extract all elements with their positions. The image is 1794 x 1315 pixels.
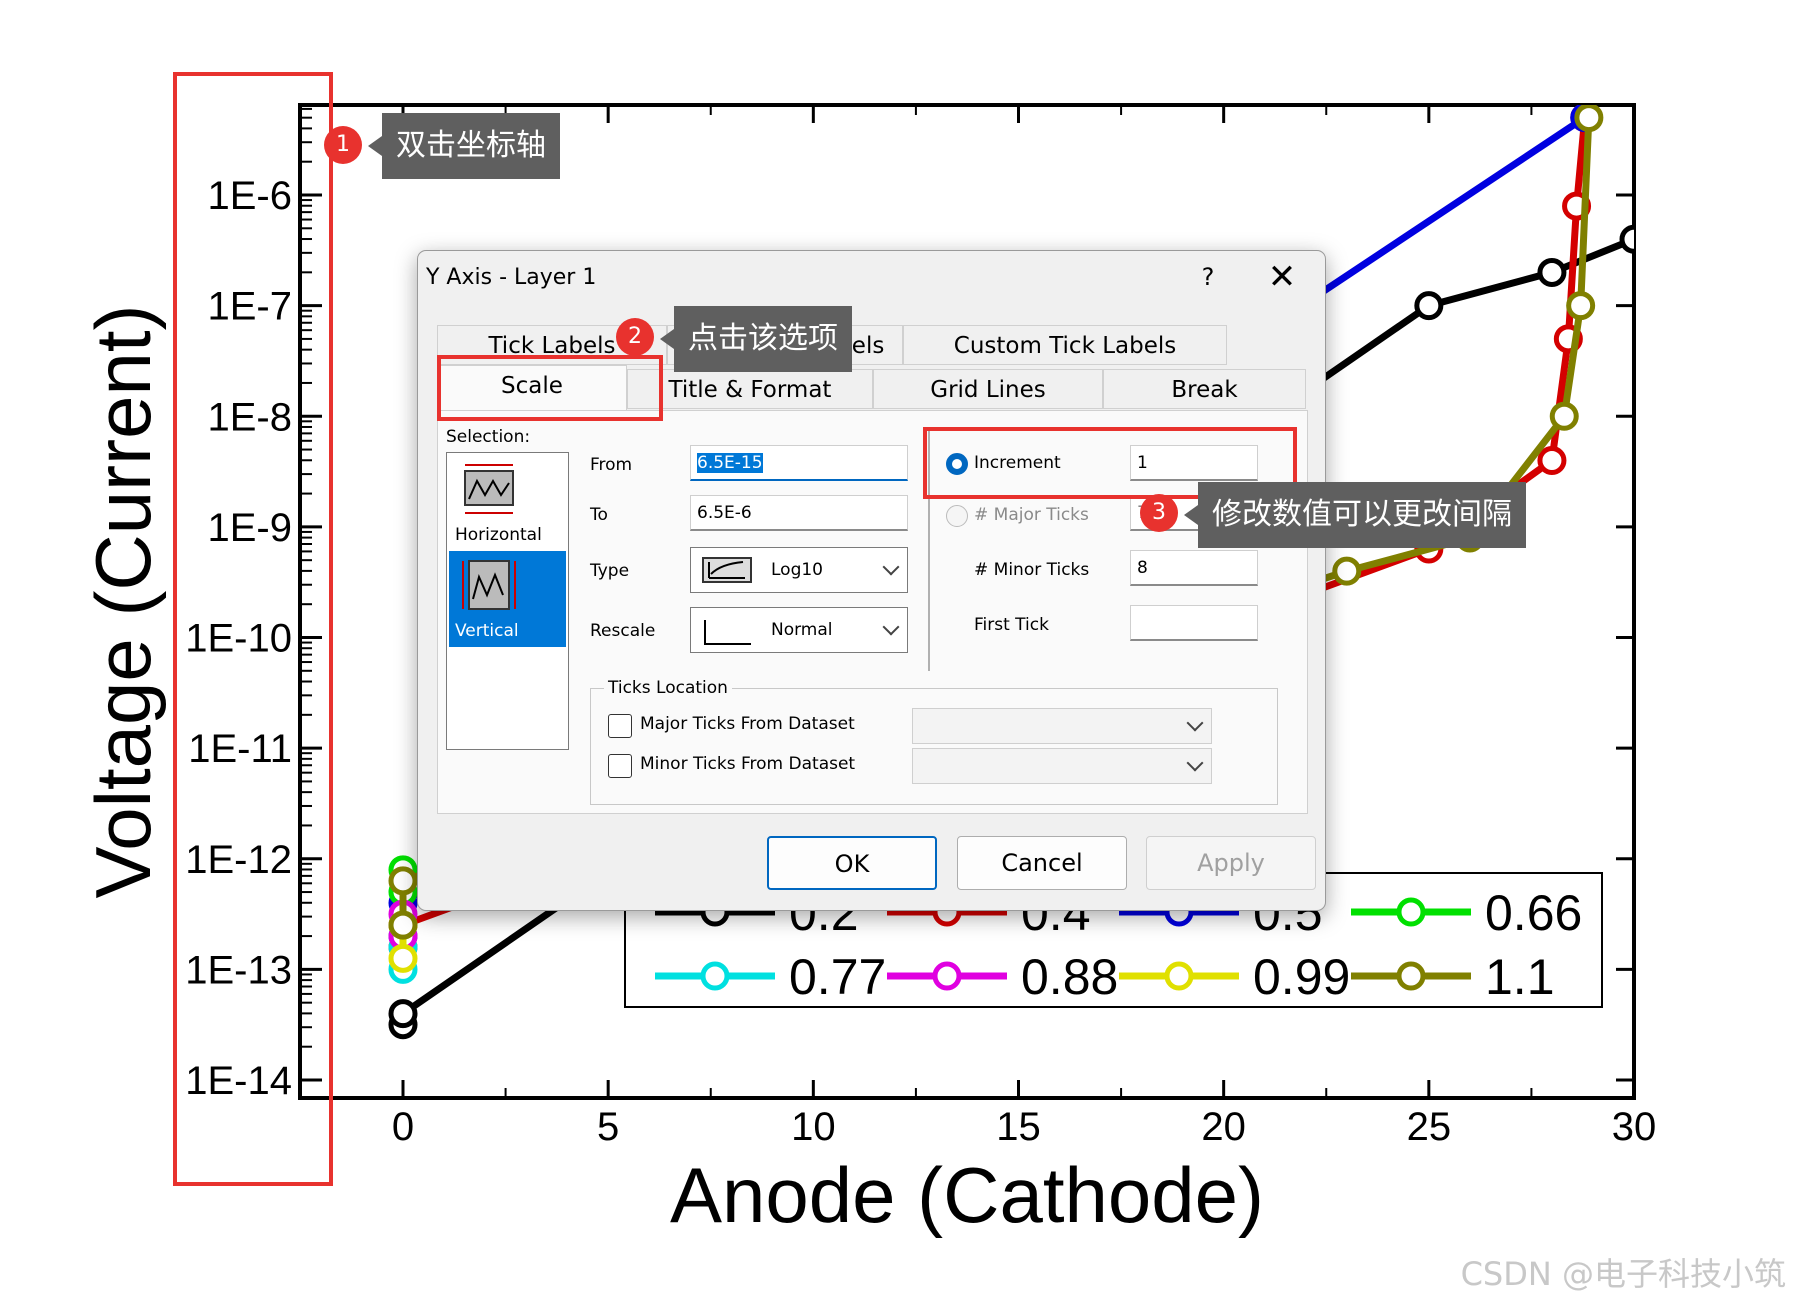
- ticks-location-label: Ticks Location: [604, 678, 732, 698]
- rescale-select[interactable]: Normal: [690, 607, 908, 653]
- x-axis-title: Anode (Cathode): [670, 1151, 1264, 1239]
- ok-button[interactable]: OK: [767, 836, 937, 890]
- type-value: Log10: [771, 560, 823, 580]
- chevron-down-icon: [1186, 714, 1204, 732]
- x-tick-label: 20: [1201, 1105, 1246, 1149]
- first-tick-label: First Tick: [974, 615, 1049, 635]
- series-point-0.99: [388, 943, 418, 973]
- apply-button[interactable]: Apply: [1146, 836, 1316, 890]
- help-button[interactable]: ?: [1178, 259, 1238, 295]
- series-point-0.2: [1414, 291, 1444, 321]
- watermark: CSDN @电子科技小筑: [1460, 1255, 1786, 1293]
- dialog-titlebar[interactable]: Y Axis - Layer 1 ? ✕: [418, 251, 1325, 303]
- vertical-label: Vertical: [455, 621, 519, 641]
- major-dataset-select[interactable]: [912, 708, 1212, 744]
- chevron-down-icon: [1186, 754, 1204, 772]
- x-tick-label: 30: [1612, 1105, 1657, 1149]
- from-label: From: [590, 455, 633, 475]
- step-badge-1: 1: [324, 126, 362, 164]
- first-tick-field[interactable]: [1130, 605, 1258, 641]
- horizontal-axis-icon: [464, 464, 514, 514]
- legend-label: 0.99: [1253, 949, 1350, 1005]
- major-ticks-label: # Major Ticks: [974, 505, 1089, 525]
- type-select[interactable]: Log10: [690, 547, 908, 593]
- minor-from-dataset-checkbox[interactable]: [608, 754, 632, 778]
- minor-dataset-select[interactable]: [912, 748, 1212, 784]
- legend-label: 0.88: [1021, 949, 1118, 1005]
- major-from-dataset-checkbox[interactable]: [608, 714, 632, 738]
- legend-marker: [1396, 961, 1426, 991]
- list-item-vertical[interactable]: Vertical: [449, 551, 566, 647]
- step2-callout: 点击该选项: [660, 306, 852, 372]
- list-item-horizontal[interactable]: Horizontal: [449, 455, 566, 551]
- axis-selection-list[interactable]: Horizontal Vertical: [446, 452, 569, 750]
- x-tick-label: 0: [392, 1105, 414, 1149]
- chevron-down-icon: [882, 618, 900, 636]
- y-axis-highlight-box: [173, 72, 333, 1186]
- legend-marker: [1396, 897, 1426, 927]
- x-tick-label: 10: [791, 1105, 836, 1149]
- ticks-location-group: [590, 688, 1278, 805]
- minor-ticks-field[interactable]: 8: [1130, 550, 1258, 586]
- legend-marker: [700, 961, 730, 991]
- close-button[interactable]: ✕: [1252, 257, 1312, 297]
- series-point-0.2: [1537, 257, 1567, 287]
- legend-label: 0.66: [1485, 885, 1582, 941]
- x-tick-label: 15: [996, 1105, 1041, 1149]
- series-point-1.1: [1549, 401, 1579, 431]
- series-point-1.1: [1574, 105, 1604, 133]
- to-field[interactable]: 6.5E-6: [690, 495, 908, 531]
- series-point-1.1: [388, 910, 418, 940]
- cancel-button[interactable]: Cancel: [957, 836, 1127, 890]
- log-scale-icon: [702, 557, 752, 583]
- horizontal-label: Horizontal: [455, 525, 542, 545]
- to-label: To: [590, 505, 608, 525]
- vertical-axis-icon: [462, 560, 516, 610]
- x-tick-label: 5: [597, 1105, 619, 1149]
- series-point-1.1: [388, 866, 418, 896]
- series-point-0.2: [388, 999, 418, 1029]
- tab-custom-tick-labels[interactable]: Custom Tick Labels: [903, 325, 1227, 365]
- major-from-dataset-label: Major Ticks From Dataset: [640, 714, 855, 734]
- tab-grid-lines[interactable]: Grid Lines: [873, 369, 1103, 409]
- selection-label: Selection:: [446, 427, 531, 447]
- legend-label: 1.1: [1485, 949, 1555, 1005]
- dialog-title: Y Axis - Layer 1: [426, 265, 597, 290]
- rescale-label: Rescale: [590, 621, 656, 641]
- type-label: Type: [590, 561, 630, 581]
- step3-callout: 修改数值可以更改间隔: [1184, 482, 1526, 548]
- tab-title-format[interactable]: Title & Format: [627, 369, 873, 409]
- legend-marker: [932, 961, 962, 991]
- step1-callout: 双击坐标轴: [368, 113, 560, 179]
- from-value: 6.5E-15: [697, 453, 763, 473]
- from-field[interactable]: 6.5E-15: [690, 445, 908, 481]
- rescale-value: Normal: [771, 620, 833, 640]
- major-ticks-radio[interactable]: [946, 505, 968, 527]
- x-tick-label: 25: [1407, 1105, 1452, 1149]
- legend-marker: [1164, 961, 1194, 991]
- rescale-icon: [704, 620, 751, 645]
- step-badge-3: 3: [1140, 494, 1178, 532]
- chevron-down-icon: [882, 558, 900, 576]
- series-point-0.2: [1619, 224, 1634, 254]
- y-axis-title: Voltage (Current): [79, 305, 167, 899]
- minor-from-dataset-label: Minor Ticks From Dataset: [640, 754, 856, 774]
- series-point-1.1: [1566, 291, 1596, 321]
- legend-label: 0.77: [789, 949, 886, 1005]
- series-point-1.1: [1332, 556, 1362, 586]
- scale-tab-highlight-box: [437, 355, 663, 421]
- series-point-0.4: [1537, 446, 1567, 475]
- y-axis-dialog: Y Axis - Layer 1 ? ✕ Tick Labels Minor T…: [417, 250, 1326, 911]
- minor-ticks-label: # Minor Ticks: [974, 560, 1090, 580]
- step-badge-2: 2: [616, 318, 654, 356]
- tab-break[interactable]: Break: [1103, 369, 1306, 409]
